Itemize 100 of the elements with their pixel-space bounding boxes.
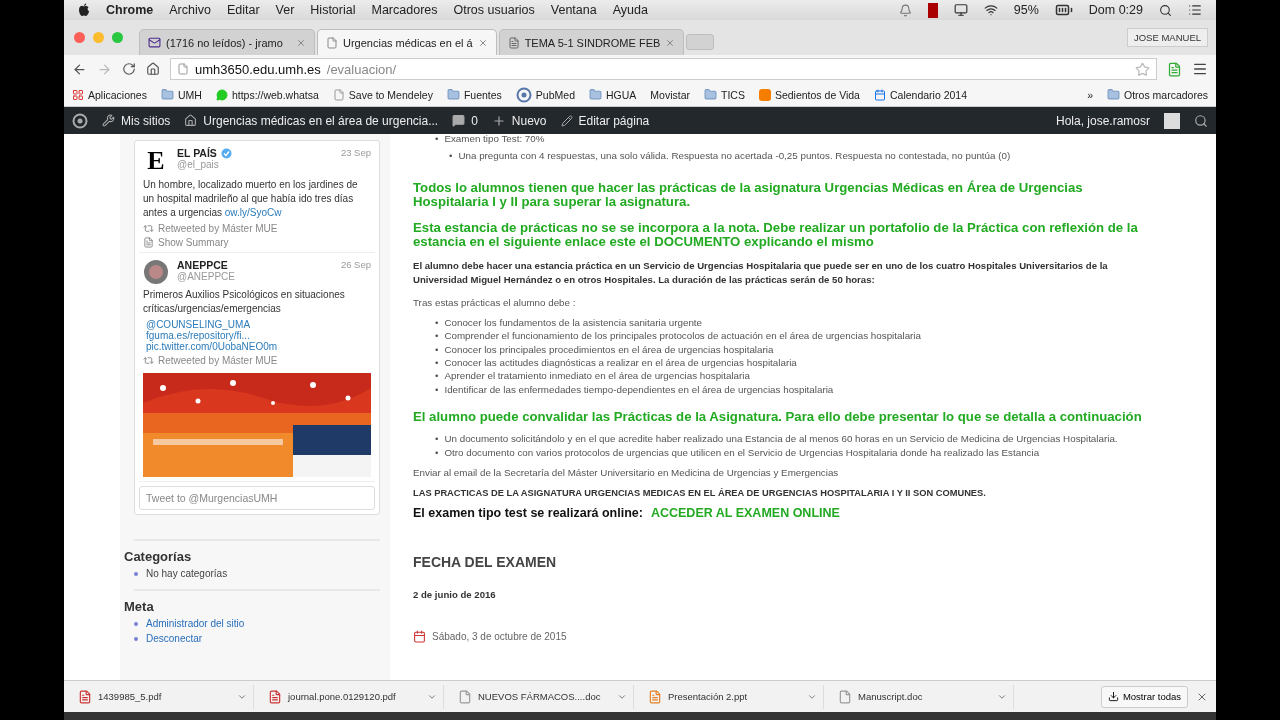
bell-icon[interactable] bbox=[898, 3, 912, 17]
clock[interactable]: Dom 0:29 bbox=[1088, 3, 1143, 17]
bookmark[interactable]: Sedientos de Vida bbox=[758, 88, 860, 101]
logo-icon bbox=[72, 112, 88, 129]
retweet-note: Retweeted by Máster MUE bbox=[158, 355, 278, 366]
close-icon[interactable] bbox=[665, 37, 676, 48]
search-icon[interactable] bbox=[1159, 3, 1172, 17]
tweet-field[interactable]: Tweet to @MurgenciasUMH bbox=[139, 486, 375, 510]
widget-link[interactable]: Desconectar bbox=[146, 633, 203, 644]
back-icon[interactable] bbox=[72, 61, 87, 77]
list-item: Conocer las actitudes diagnósticas a realizar en el área de urgencias hospitalaria bbox=[444, 356, 797, 370]
tweet-link[interactable]: fguma.es/repository/fi... bbox=[143, 330, 371, 341]
download-item[interactable]: NUEVOS FÁRMACOS....doc bbox=[452, 684, 634, 709]
tweet-link[interactable]: pic.twitter.com/0UobaNEO0m bbox=[143, 341, 371, 352]
admin-menu-item[interactable]: Nuevo bbox=[491, 113, 547, 128]
widget-title: Categorías bbox=[124, 549, 193, 564]
bullet-icon bbox=[134, 621, 138, 626]
menu-item[interactable]: Ayuda bbox=[612, 3, 648, 17]
download-item[interactable]: journal.pone.0129120.pdf bbox=[262, 684, 444, 709]
plus-icon bbox=[491, 113, 506, 128]
folder-icon bbox=[160, 88, 174, 101]
close-icon[interactable] bbox=[477, 37, 488, 48]
browser-tab[interactable]: (1716 no leídos) - jramo bbox=[139, 29, 315, 55]
tweet-text: Primeros Auxilios Psicológicos en situaciones críticas/urgencias/emergencias bbox=[143, 288, 346, 316]
bold-paragraph: El alumno debe hacer una estancia práctica en un Servicio de Urgencias Hospitalaria que puede ser en uno de los cuatro Hospitales Universitarios de la Universidad Miguel Hernández o en otros Hospitales. La duración de las prácticas serán de 50 horas: bbox=[413, 258, 1109, 287]
app-icon[interactable] bbox=[927, 2, 938, 18]
browser-tab[interactable]: Urgencias médicas en el á bbox=[317, 29, 497, 55]
page-icon bbox=[177, 63, 189, 75]
list-bullet: • bbox=[435, 369, 439, 383]
bookmark[interactable]: Save to Mendeley bbox=[332, 88, 433, 101]
admin-menu-item[interactable]: Editar página bbox=[560, 113, 650, 128]
show-all-button[interactable]: Mostrar todas bbox=[1100, 685, 1188, 708]
chat-icon bbox=[215, 88, 228, 101]
home-icon[interactable] bbox=[146, 62, 160, 76]
tweet-link[interactable]: @COUNSELING_UMA bbox=[143, 319, 371, 330]
summary-link[interactable]: Show Summary bbox=[143, 237, 371, 248]
address-field[interactable]: umh3650.edu.umh.es /evaluacion/ bbox=[170, 58, 1157, 80]
browser-tab[interactable]: TEMA 5-1 SINDROME FEB bbox=[498, 29, 685, 55]
close-light[interactable] bbox=[74, 32, 85, 43]
reload-icon[interactable] bbox=[122, 62, 136, 76]
menu-item[interactable]: Editar bbox=[226, 3, 260, 17]
bookmark-folder[interactable]: Otros marcadores bbox=[1106, 88, 1208, 101]
list-item: Examen tipo Test: 70% bbox=[444, 134, 545, 146]
bookmark[interactable]: Movistar bbox=[650, 88, 690, 101]
menu-item[interactable]: Ventana bbox=[550, 3, 597, 17]
slides-icon bbox=[648, 689, 662, 704]
grid-icon bbox=[72, 88, 84, 101]
menu-item[interactable]: Archivo bbox=[169, 3, 211, 17]
wifi-icon[interactable] bbox=[983, 3, 998, 17]
menu-item[interactable]: Otros usuarios bbox=[453, 3, 535, 17]
menu-item[interactable]: Historial bbox=[310, 3, 356, 17]
site-icon bbox=[515, 86, 532, 103]
bookmark[interactable]: HGUA bbox=[588, 88, 637, 101]
bookmark[interactable]: UMH bbox=[160, 88, 202, 101]
list-item: Comprender el funcionamiento de los principales protocolos de actuación en el área de urgencias hospitalaria bbox=[444, 329, 921, 343]
widget-link[interactable]: Administrador del sitio bbox=[146, 618, 245, 629]
list-bullet: • bbox=[435, 445, 439, 460]
profile-button[interactable]: JOSE MANUEL bbox=[1126, 28, 1208, 47]
retweet-icon bbox=[143, 355, 154, 366]
verified-icon bbox=[220, 147, 232, 159]
bookmark[interactable]: PubMed bbox=[515, 86, 575, 103]
star-icon[interactable] bbox=[1135, 61, 1150, 77]
list-icon[interactable] bbox=[1188, 3, 1202, 17]
list-bullet: • bbox=[435, 432, 439, 446]
admin-menu-item[interactable]: Urgencias médicas en el área de urgencia... bbox=[184, 113, 439, 128]
more-bookmarks[interactable]: » bbox=[1087, 88, 1093, 101]
bookmark[interactable]: https://web.whatsa bbox=[215, 88, 319, 101]
search-icon[interactable] bbox=[1194, 113, 1208, 128]
bookmark[interactable]: Fuentes bbox=[446, 88, 502, 101]
list-item: Una pregunta con 4 respuestas, una solo válida. Respuesta no acertada -0,25 puntos. Respuesta no contestada, no puntúa (0) bbox=[458, 149, 1011, 163]
menu-icon[interactable] bbox=[1192, 61, 1208, 77]
app-menu[interactable]: Chrome bbox=[106, 3, 154, 17]
download-item[interactable]: Presentación 2.ppt bbox=[642, 684, 824, 709]
zoom-light[interactable] bbox=[112, 32, 123, 43]
download-item[interactable]: 1439985_5.pdf bbox=[72, 684, 254, 709]
tweet-link[interactable]: ow.ly/SyoCw bbox=[224, 207, 282, 218]
download-item[interactable]: Manuscript.doc bbox=[832, 684, 1014, 709]
forward-icon[interactable] bbox=[97, 61, 112, 77]
display-icon[interactable] bbox=[953, 3, 968, 17]
logo-icon[interactable] bbox=[78, 3, 90, 17]
bookmark[interactable]: TICS bbox=[704, 88, 745, 101]
document-icon bbox=[143, 237, 154, 248]
bookmark[interactable]: Calendario 2014 bbox=[873, 88, 968, 101]
menu-item[interactable]: Ver bbox=[275, 3, 295, 17]
close-icon[interactable] bbox=[296, 37, 306, 48]
document-icon bbox=[458, 689, 472, 704]
bookmark[interactable]: Aplicaciones bbox=[72, 88, 147, 101]
admin-menu-item[interactable]: Mis sitios bbox=[102, 113, 171, 128]
list-bullet: • bbox=[435, 382, 439, 397]
list-item: Un documento solicitándolo y en el que acredite haber realizado una Estancia de al menos 60 horas en un Servicio de Medicina de Urgencias Hospitalaria. bbox=[444, 432, 1118, 446]
extension-icon[interactable] bbox=[1167, 61, 1182, 77]
paragraph: Enviar al email de la Secretaría del Máster Universitario en Medicina de Urgencias y Emergencias bbox=[413, 467, 840, 479]
list-bullet: • bbox=[449, 149, 453, 163]
retweet-note: Retweeted by Máster MUE bbox=[158, 223, 278, 234]
list-item: Conocer los fundamentos de la asistencia sanitaria urgente bbox=[444, 315, 703, 330]
admin-menu-item[interactable]: 0 bbox=[452, 113, 478, 128]
paragraph: Tras estas prácticas el alumno debe : bbox=[413, 296, 577, 308]
account-menu[interactable]: Hola, jose.ramosr bbox=[1055, 113, 1150, 128]
menu-item[interactable]: Marcadores bbox=[371, 3, 438, 17]
folder-icon bbox=[704, 88, 717, 101]
